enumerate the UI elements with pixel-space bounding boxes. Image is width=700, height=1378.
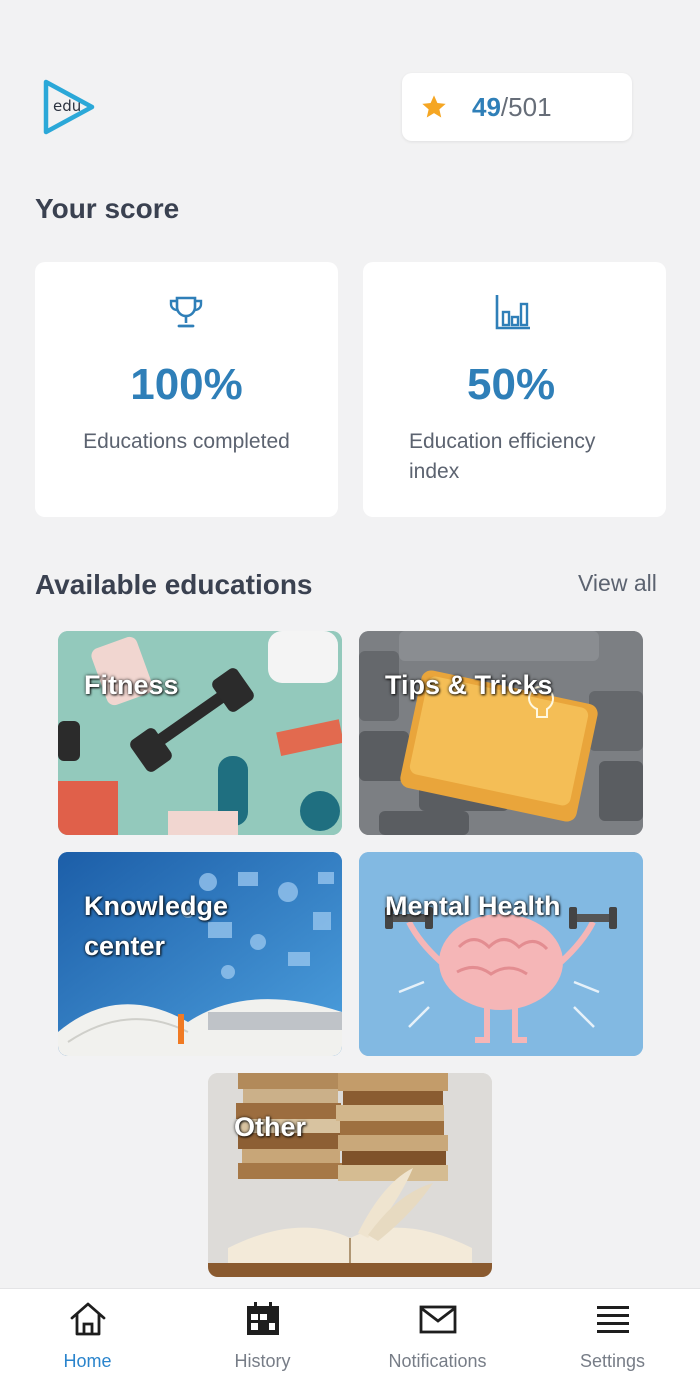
- score-card-completed: 100% Educations completed: [35, 262, 338, 517]
- tile-label: Knowledge center: [84, 891, 229, 961]
- tile-label: Other: [234, 1112, 307, 1142]
- education-tile-fitness[interactable]: Fitness: [58, 631, 342, 835]
- score-card-efficiency: 50% Education efficiency index: [363, 262, 666, 517]
- tab-history[interactable]: History: [175, 1289, 350, 1378]
- view-all-link[interactable]: View all: [578, 570, 657, 597]
- your-score-title: Your score: [35, 193, 180, 224]
- app-logo: edu: [40, 77, 98, 137]
- tile-label: Mental Health: [385, 891, 561, 921]
- tab-label: Home: [63, 1351, 112, 1371]
- efficiency-percent: 50%: [467, 360, 556, 409]
- logo-text: edu: [53, 97, 81, 115]
- total-score-badge[interactable]: 49/501: [402, 73, 632, 141]
- fitness-image: [58, 631, 342, 835]
- mail-icon: [419, 1305, 456, 1334]
- tile-label: Fitness: [84, 670, 179, 700]
- tab-home[interactable]: Home: [0, 1289, 175, 1378]
- education-tile-tips-tricks[interactable]: Tips & Tricks: [359, 631, 643, 835]
- trophy-icon: [169, 296, 203, 328]
- completed-percent: 100%: [130, 360, 243, 409]
- brain-image: [359, 852, 643, 1056]
- education-tile-knowledge-center[interactable]: Knowledge center: [58, 852, 342, 1056]
- star-icon: [422, 95, 446, 118]
- bar-chart-icon: [495, 295, 530, 330]
- tab-label: Settings: [579, 1351, 646, 1371]
- menu-icon: [596, 1306, 629, 1333]
- tab-label: Notifications: [388, 1351, 487, 1371]
- score-value: 49/501: [472, 92, 552, 123]
- tab-settings[interactable]: Settings: [525, 1289, 700, 1378]
- education-tile-mental-health[interactable]: Mental Health: [359, 852, 643, 1056]
- books-image: [208, 1073, 492, 1277]
- home-icon: [70, 1302, 105, 1336]
- tab-label: History: [234, 1351, 291, 1371]
- score-current: 49: [472, 91, 501, 122]
- calendar-icon: [246, 1302, 279, 1335]
- education-tile-other[interactable]: Other: [208, 1073, 492, 1277]
- tile-label: Tips & Tricks: [385, 670, 553, 700]
- efficiency-label: Education efficiency index: [409, 430, 596, 483]
- tab-notifications[interactable]: Notifications: [350, 1289, 525, 1378]
- keyboard-image: [359, 631, 643, 835]
- available-educations-title: Available educations: [35, 569, 313, 600]
- score-total: /501: [500, 91, 552, 122]
- completed-label: Educations completed: [83, 430, 290, 453]
- bottom-tab-bar: Home History Notifications Settings: [0, 1288, 700, 1378]
